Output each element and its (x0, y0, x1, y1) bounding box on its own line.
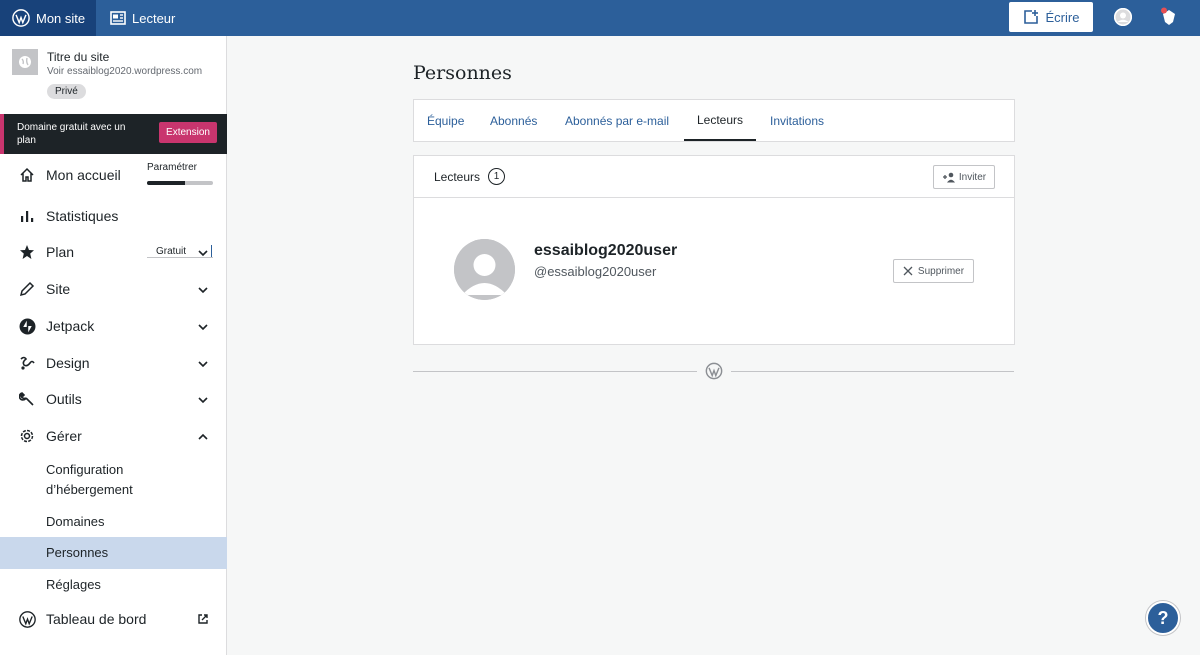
sidebar-item-manage[interactable]: Gérer (0, 418, 227, 454)
sidebar-item-label: Plan (46, 244, 75, 260)
chevron-up-icon (198, 433, 208, 440)
stats-bar-icon (18, 207, 36, 225)
notifications-button[interactable] (1158, 6, 1180, 33)
tab-invites[interactable]: Invitations (770, 100, 824, 141)
my-site-label: Mon site (36, 10, 86, 26)
site-title: Titre du site (47, 50, 110, 64)
sidebar: Titre du site Voir essaiblog2020.wordpre… (0, 36, 227, 655)
write-button[interactable]: Écrire (1009, 2, 1093, 32)
privacy-badge: Privé (47, 84, 86, 99)
setup-label: Paramétrer (147, 162, 198, 173)
plan-name-label: Gratuit (156, 246, 187, 257)
sidebar-subitem-label: Configuration d’hébergement (46, 462, 133, 497)
brush-icon (18, 354, 36, 372)
sidebar-subitem-label: Domaines (46, 514, 105, 529)
sidebar-item-design[interactable]: Design (0, 345, 227, 381)
sidebar-subitem-hosting-config[interactable]: Configuration d’hébergement (0, 456, 227, 502)
chevron-down-icon (198, 397, 208, 404)
pencil-icon (18, 280, 36, 298)
remove-button[interactable]: Supprimer (893, 259, 974, 283)
sidebar-subitem-label: Réglages (46, 577, 101, 592)
help-button[interactable]: ? (1146, 601, 1180, 635)
chevron-down-icon (198, 287, 208, 294)
wordpress-icon (18, 610, 36, 628)
globe-icon (19, 56, 31, 68)
close-icon (903, 266, 913, 276)
domain-upsell-banner[interactable]: Domaine gratuit avec un plan Extension (0, 114, 227, 154)
masterbar: Mon site Lecteur Écrire (0, 0, 1200, 36)
sidebar-item-site[interactable]: Site (0, 271, 227, 307)
invite-button[interactable]: Inviter (933, 165, 995, 189)
my-site-button[interactable]: Mon site (0, 0, 96, 36)
wordpress-logo-icon (12, 9, 30, 27)
sidebar-item-tools[interactable]: Outils (0, 381, 227, 417)
tab-email-followers[interactable]: Abonnés par e-mail (565, 100, 669, 141)
site-url[interactable]: Voir essaiblog2020.wordpress.com (47, 66, 207, 77)
sidebar-subitem-domains[interactable]: Domaines (0, 510, 227, 534)
footer-divider-left (413, 371, 697, 372)
sidebar-item-label: Mon accueil (46, 167, 121, 183)
sidebar-item-label: Statistiques (46, 208, 119, 224)
viewers-card: Lecteurs 1 Inviter essaiblog2020user @es… (413, 155, 1015, 345)
tab-team[interactable]: Équipe (427, 100, 464, 141)
default-avatar-icon (454, 239, 515, 300)
page-title: Personnes (413, 62, 512, 84)
sidebar-item-plan[interactable]: Plan Gratuit (0, 234, 227, 270)
add-user-icon (942, 172, 955, 182)
write-label: Écrire (1045, 9, 1080, 25)
setup-progress-bar (147, 181, 213, 185)
sidebar-item-label: Design (46, 355, 90, 371)
user-avatar[interactable] (1114, 8, 1132, 26)
notifications-bell-icon (1161, 7, 1175, 25)
invite-label: Inviter (958, 171, 987, 183)
external-link-icon (198, 614, 208, 624)
sidebar-subitem-label: Personnes (46, 545, 109, 560)
site-card[interactable]: Titre du site Voir essaiblog2020.wordpre… (12, 48, 222, 108)
tab-viewers[interactable]: Lecteurs (684, 100, 757, 141)
sidebar-subitem-people[interactable]: Personnes (0, 537, 227, 569)
person-handle: @essaiblog2020user (534, 264, 657, 279)
sidebar-item-label: Tableau de bord (46, 611, 147, 627)
upsell-button[interactable]: Extension (159, 122, 217, 143)
sidebar-item-label: Outils (46, 391, 82, 407)
tab-followers[interactable]: Abonnés (490, 100, 537, 141)
sidebar-item-label: Jetpack (46, 318, 95, 334)
sidebar-item-label: Gérer (46, 428, 82, 444)
sidebar-item-jetpack[interactable]: Jetpack (0, 308, 227, 344)
reader-button[interactable]: Lecteur (110, 0, 175, 36)
footer-divider-right (731, 371, 1014, 372)
wrench-icon (18, 390, 36, 408)
upsell-text: Domaine gratuit avec un plan (17, 122, 126, 146)
section-nav-tabs: Équipe Abonnés Abonnés par e-mail Lecteu… (413, 99, 1015, 142)
reader-icon (110, 11, 126, 25)
write-icon (1023, 10, 1038, 24)
site-icon (12, 49, 38, 75)
person-avatar (454, 239, 515, 300)
viewers-header-label: Lecteurs (434, 170, 481, 184)
chevron-down-icon (198, 324, 208, 331)
viewers-card-header: Lecteurs 1 Inviter (414, 156, 1014, 198)
wordpress-footer-icon (705, 362, 723, 380)
avatar-icon (1114, 8, 1132, 26)
setup-progress-fill (147, 181, 186, 185)
sidebar-item-stats[interactable]: Statistiques (0, 198, 227, 234)
sidebar-item-label: Site (46, 281, 71, 297)
remove-label: Supprimer (917, 265, 965, 277)
jetpack-icon (18, 317, 36, 335)
reader-label: Lecteur (132, 10, 176, 26)
sidebar-item-home[interactable]: Mon accueil Paramétrer (0, 157, 227, 193)
sidebar-item-dashboard[interactable]: Tableau de bord (0, 601, 227, 637)
gear-icon (18, 427, 36, 445)
sidebar-subitem-settings[interactable]: Réglages (0, 573, 227, 597)
viewers-count-badge: 1 (488, 168, 505, 185)
chevron-down-icon (198, 250, 208, 257)
star-icon (18, 243, 36, 261)
home-icon (18, 166, 36, 184)
person-name[interactable]: essaiblog2020user (534, 242, 677, 260)
chevron-down-icon (198, 361, 208, 368)
